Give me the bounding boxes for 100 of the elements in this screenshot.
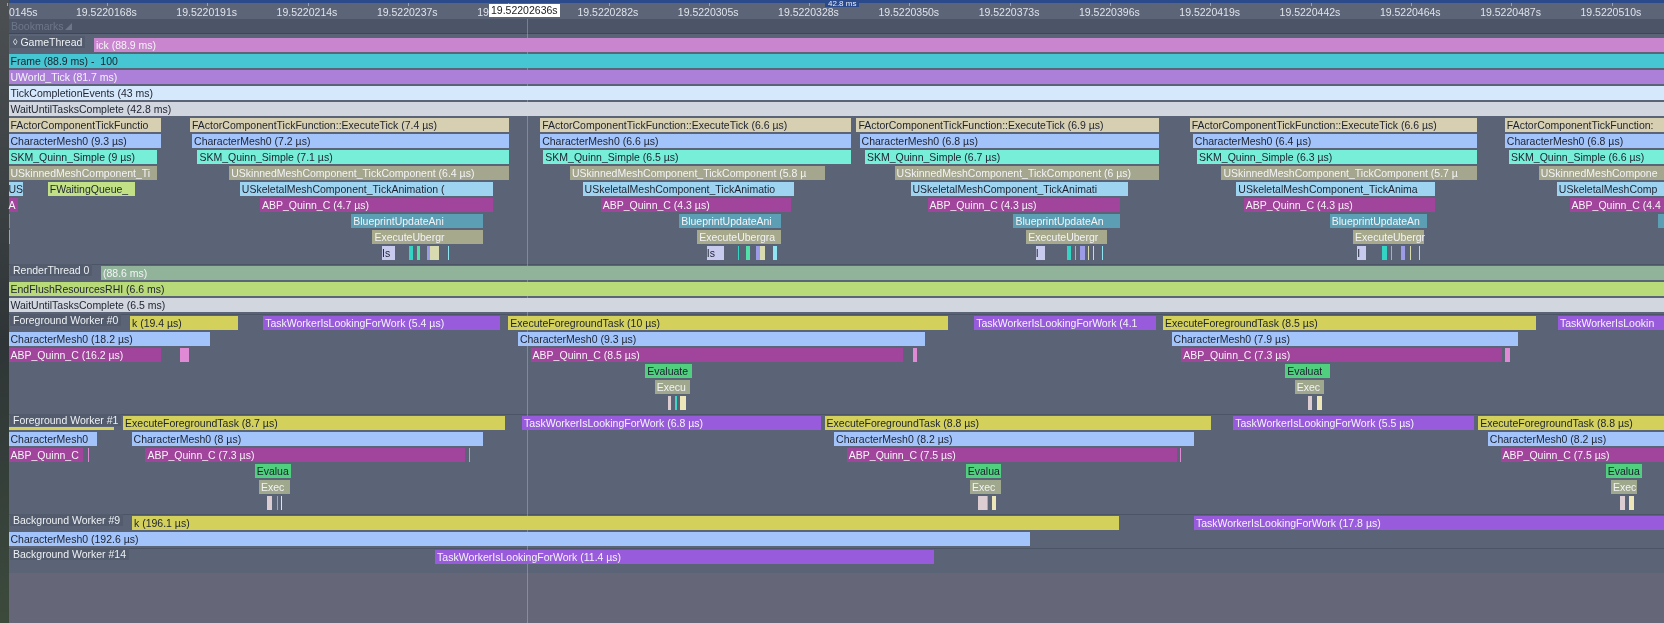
- time-label: 19.5220237s: [376, 6, 438, 18]
- thread-label[interactable]: ◊ GameThread: [10, 36, 86, 48]
- timing-event-bar[interactable]: Frame (88.9 ms) - 100: [8, 54, 1664, 68]
- timing-event-bar[interactable]: CharacterMesh0: [8, 432, 97, 446]
- timing-event-bar[interactable]: WaitUntilTasksComplete (42.8 ms): [8, 102, 1664, 116]
- timing-event-bar[interactable]: FActorComponentTickFunction::ExecuteTick (7.4 µs): [189, 118, 510, 132]
- timing-event-bar[interactable]: ExecuteForegroundTask (8.8 µs): [1478, 416, 1664, 430]
- timing-event-bar[interactable]: CharacterMesh0 (9.3 µs): [517, 332, 926, 346]
- timing-event-bar[interactable]: TickCompletionEvents (43 ms): [8, 86, 1664, 100]
- timing-event-bar[interactable]: FActorComponentTickFunction::ExecuteTick (6.9 µs): [856, 118, 1159, 132]
- timing-event-bar[interactable]: [417, 246, 421, 260]
- timing-event-bar[interactable]: TaskWorkerIsLookingForWork (17.8 µs): [1193, 516, 1664, 530]
- timing-event-bar[interactable]: ABP_Quinn_C (7.5 µs): [846, 448, 1177, 462]
- timing-event-bar[interactable]: CharacterMesh0 (6.8 µs): [1504, 134, 1664, 148]
- timing-event-bar[interactable]: [1381, 246, 1387, 260]
- timing-event-bar[interactable]: ExecuteForegroundTask (10 µs): [508, 316, 948, 330]
- timing-event-bar[interactable]: CharacterMesh0 (7.9 µs): [1171, 332, 1518, 346]
- timing-event-bar[interactable]: [1504, 348, 1511, 362]
- timing-event-bar[interactable]: CharacterMesh0 (9.3 µs): [8, 134, 162, 148]
- timing-event-bar[interactable]: k (19.4 µs): [130, 316, 238, 330]
- timing-event-bar[interactable]: [1400, 246, 1406, 260]
- diamond-icon[interactable]: ◊: [13, 36, 18, 48]
- timing-event-bar[interactable]: I: [1035, 246, 1046, 260]
- timing-event-bar[interactable]: [8, 214, 11, 228]
- timing-event-bar[interactable]: WaitUntilTasksComplete (6.5 ms): [8, 298, 1664, 312]
- timing-event-bar[interactable]: TaskWorkerIsLookingForWork (6.8 µs): [522, 416, 822, 430]
- timing-event-bar[interactable]: FActorComponentTickFunction::ExecuteTick (6.6 µs): [540, 118, 852, 132]
- timing-event-bar[interactable]: FActorComponentTickFunction:: [1504, 118, 1664, 132]
- time-label: 19.5220373s: [978, 6, 1040, 18]
- timing-event-bar[interactable]: CharacterMesh0 (6.4 µs): [1192, 134, 1478, 148]
- timing-event-bar[interactable]: [426, 246, 430, 260]
- timing-event-bar[interactable]: USkeletalMeshComponent_TickAnimatio: [582, 182, 794, 196]
- timing-event-bar[interactable]: ExecuteForegroundTask (8.5 µs): [1163, 316, 1536, 330]
- thread-name: GameThread: [20, 36, 83, 48]
- timing-event-bar[interactable]: I: [1357, 246, 1366, 260]
- timing-event-bar[interactable]: [1628, 496, 1635, 510]
- timing-event-bar[interactable]: CharacterMesh0 (8 µs): [131, 432, 483, 446]
- timing-event-bar[interactable]: CharacterMesh0 (6.6 µs): [540, 134, 852, 148]
- timing-event-bar[interactable]: k (196.1 µs): [132, 516, 1119, 530]
- timing-event-bar[interactable]: ABP_Quinn_C (4.7 µs): [260, 198, 494, 212]
- timing-event-bar[interactable]: Is: [706, 246, 724, 260]
- timing-event-bar[interactable]: Evaluat: [1285, 364, 1330, 378]
- timing-event-bar[interactable]: [1066, 246, 1071, 260]
- timing-event-bar[interactable]: ABP_Quinn_C (4.4: [1569, 198, 1664, 212]
- timing-event-bar[interactable]: [755, 246, 760, 260]
- timing-event-bar[interactable]: FActorComponentTickFunctio: [8, 118, 162, 132]
- timing-event-bar[interactable]: SKM_Quinn_Simple (9 µs): [8, 150, 158, 164]
- timing-event-bar[interactable]: ABP_Quinn_C (4.3 µs): [927, 198, 1120, 212]
- timing-event-bar[interactable]: Evalua: [965, 464, 1001, 478]
- timing-event-bar[interactable]: EndFlushResourcesRHI (6.6 ms): [8, 282, 1664, 296]
- timing-event-bar[interactable]: [759, 246, 766, 260]
- timing-event-bar[interactable]: [408, 246, 413, 260]
- timing-event-bar[interactable]: FActorComponentTickFunction::ExecuteTick (6.6 µs): [1189, 118, 1478, 132]
- triangle-icon[interactable]: [64, 22, 72, 30]
- timing-event-bar[interactable]: Evalua: [254, 464, 291, 478]
- timing-event-bar[interactable]: SKM_Quinn_Simple (6.5 µs): [543, 150, 852, 164]
- timing-event-bar[interactable]: ABP_Quinn_C (8.5 µs): [530, 348, 904, 362]
- timing-event-bar[interactable]: ExecuteForegroundTask (8.7 µs): [123, 416, 506, 430]
- timing-event-bar[interactable]: TaskWorkerIsLookin: [1557, 316, 1664, 330]
- timing-event-bar[interactable]: TaskWorkerIsLookingForWork (11.4 µs): [435, 550, 934, 564]
- time-label: 19.5220442s: [1279, 6, 1341, 18]
- timing-event-bar[interactable]: [1316, 396, 1323, 410]
- timing-event-bar[interactable]: CharacterMesh0 (192.6 µs): [8, 532, 1031, 546]
- timing-event-bar[interactable]: TaskWorkerIsLookingForWork (4.1: [974, 316, 1156, 330]
- timing-event-bar[interactable]: [992, 496, 997, 510]
- timing-event-bar[interactable]: [8, 230, 11, 244]
- timing-event-bar[interactable]: ExecuteForegroundTask (8.8 µs): [824, 416, 1211, 430]
- timing-event-bar[interactable]: ABP_Quinn_C (4.3 µs): [600, 198, 791, 212]
- timing-event-bar[interactable]: CharacterMesh0 (18.2 µs): [8, 332, 211, 346]
- timing-event-bar[interactable]: Evalua: [1605, 464, 1642, 478]
- timing-event-bar[interactable]: TaskWorkerIsLookingForWork (5.4 µs): [263, 316, 500, 330]
- timing-event-bar[interactable]: USkeletalMeshComponent_TickAnima: [1236, 182, 1435, 196]
- timing-event-bar[interactable]: [746, 246, 751, 260]
- timing-event-bar[interactable]: CharacterMesh0 (8.2 µs): [834, 432, 1194, 446]
- timing-event-bar[interactable]: ABP_Quinn_C: [8, 448, 83, 462]
- timing-event-bar[interactable]: CharacterMesh0 (7.2 µs): [192, 134, 510, 148]
- timing-event-bar[interactable]: USkeletalMeshComp: [1556, 182, 1664, 196]
- timing-event-bar[interactable]: USkeletalMeshComponent_TickAnimati: [910, 182, 1129, 196]
- timing-event-bar[interactable]: CharacterMesh0 (8.2 µs): [1487, 432, 1664, 446]
- timing-event-bar[interactable]: [912, 348, 917, 362]
- timing-event-bar[interactable]: Evaluate: [645, 364, 692, 378]
- timing-event-bar[interactable]: ABP_Quinn_C (16.2 µs): [8, 348, 162, 362]
- timing-event-bar[interactable]: ABP_Quinn_C (4.3 µs): [1243, 198, 1435, 212]
- timing-event-bar[interactable]: USkeletalMeshComponent_TickAnimation (: [239, 182, 494, 196]
- timing-event-bar[interactable]: [667, 396, 671, 410]
- timing-event-bar[interactable]: ABP_Quinn_C (7.5 µs): [1500, 448, 1664, 462]
- timing-event-bar[interactable]: CharacterMesh0 (6.8 µs): [859, 134, 1159, 148]
- timing-event-bar[interactable]: SKM_Quinn_Simple (6.7 µs): [864, 150, 1159, 164]
- timing-event-bar[interactable]: ABP_Quinn_C (7.3 µs): [145, 448, 465, 462]
- timing-event-bar[interactable]: [429, 246, 440, 260]
- timing-event-bar[interactable]: [772, 246, 777, 260]
- timing-event-bar[interactable]: Is: [382, 246, 395, 260]
- timing-event-bar[interactable]: [674, 396, 678, 410]
- timing-event-bar[interactable]: [1657, 214, 1664, 228]
- timing-event-bar[interactable]: SKM_Quinn_Simple (6.6 µs): [1509, 150, 1664, 164]
- timing-event-bar[interactable]: SKM_Quinn_Simple (6.3 µs): [1197, 150, 1478, 164]
- timing-event-bar[interactable]: TaskWorkerIsLookingForWork (5.5 µs): [1233, 416, 1475, 430]
- timing-event-bar[interactable]: ABP_Quinn_C (7.3 µs): [1181, 348, 1502, 362]
- timing-event-bar[interactable]: FWaitingQueue_: [47, 182, 135, 196]
- timing-event-bar[interactable]: SKM_Quinn_Simple (7.1 µs): [197, 150, 510, 164]
